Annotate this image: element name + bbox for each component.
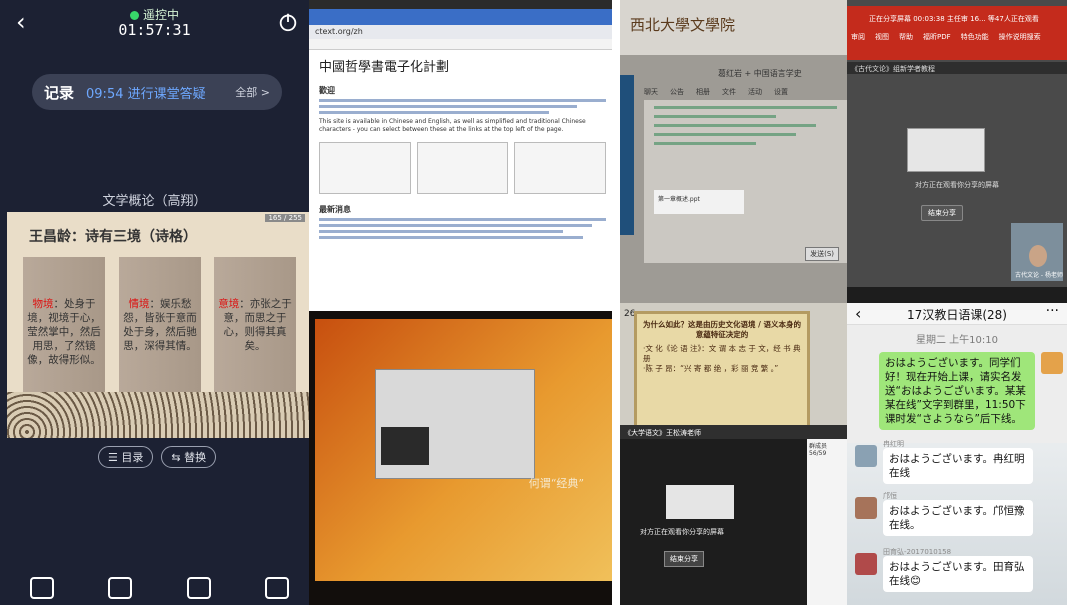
back-icon[interactable]: ‹ xyxy=(855,304,861,323)
taskbar xyxy=(847,287,1067,303)
camera-name: 古代文论 - 杨老师 xyxy=(1015,272,1063,279)
slide-bullet-1: ·文 化《论 语 注》：文 谓 本 志 于 文，经 书 典 册 xyxy=(643,344,801,363)
record-label: 记录 xyxy=(44,83,75,102)
remote-control-app: ‹ 遥控中 01:57:31 记录 09:54 进行课堂答疑 全部 > 文学概论… xyxy=(0,0,309,605)
avatar xyxy=(1029,245,1047,267)
tab-notice[interactable]: 公告 xyxy=(670,87,684,99)
course-title: 文学概论（高翔） xyxy=(102,194,207,209)
slide-card-2: 情境：娱乐愁怨，皆张于意而处于身，然后驰思，深得其情。 xyxy=(119,257,201,397)
ribbon-tab-pdf[interactable]: 福昕PDF xyxy=(923,32,951,42)
slide-heading: 为什么如此？这是由历史文化语境 / 语义本身的意蕴特征决定的 xyxy=(643,320,801,339)
record-value: 09:54 进行课堂答疑 xyxy=(86,86,206,102)
avatar[interactable] xyxy=(855,553,877,575)
file-message[interactable]: 第一章概述.ppt xyxy=(654,190,744,214)
chat-area xyxy=(644,100,847,263)
student-message: おはようございます。田育弘在线😊 xyxy=(883,556,1033,592)
chat-title: 葛红岩 + 中国语言学史 xyxy=(718,69,802,78)
meeting-window-title: 《古代文论》组新学者教程 xyxy=(847,62,1067,74)
teacher-message: おはようございます。同学们好！现在开始上课，请实名发送“おはようございます。某某… xyxy=(879,352,1035,430)
wechat-group: ‹ 17汉教日语课(28) ··· 星期二 上午10:10 おはようございます。… xyxy=(847,303,1067,605)
student-message: おはようございます。邝恒豫在线。 xyxy=(883,500,1033,536)
slide-card-3: 意境：亦张之于意，而思之于心，则得其真矣。 xyxy=(214,257,296,397)
avatar[interactable] xyxy=(855,497,877,519)
student-message: おはようございます。冉红明在线 xyxy=(883,448,1033,484)
slide-bullet-2: ·陈 子 昂：“兴 寄 都 绝 ，彩 丽 竞 繁 。” xyxy=(643,364,779,373)
tab-chat[interactable]: 聊天 xyxy=(644,87,658,99)
share-preview xyxy=(381,427,429,465)
share-status: 正在分享屏幕 00:03:38 主任审 16... 等47人正在观看 xyxy=(869,15,1039,23)
shared-screen-thumb xyxy=(907,128,985,172)
shared-screen-thumb xyxy=(666,485,734,519)
school-logo: 西北大學文學院 xyxy=(630,16,736,34)
record-bar[interactable]: 记录 09:54 进行课堂答疑 全部 > xyxy=(32,74,282,110)
window-header: 《大学语文》王松涛老师 xyxy=(620,425,847,439)
browser-and-desktop-photo: ctext.org/zh 中國哲學書電子化計劃 歡迎 This site is … xyxy=(309,0,612,605)
tab-album[interactable]: 相册 xyxy=(696,87,710,99)
slide-paper: 为什么如此？这是由历史文化语境 / 语义本身的意蕴特征决定的 ·文 化《论 语 … xyxy=(634,311,810,431)
ppt-ribbon: 正在分享屏幕 00:03:38 主任审 16... 等47人正在观看 审阅 视图… xyxy=(847,6,1067,60)
ribbon-tab-review[interactable]: 审阅 xyxy=(851,32,865,42)
share-caption: 对方正在观看你分享的屏幕 xyxy=(915,181,999,189)
site-title[interactable]: 中國哲學書電子化計劃 xyxy=(319,56,606,75)
send-button[interactable]: 发送(S) xyxy=(805,247,839,261)
avatar[interactable] xyxy=(1041,352,1063,374)
member-list[interactable]: 群成员 56/59 xyxy=(807,439,847,605)
session-timer: 01:57:31 xyxy=(118,21,191,39)
tab-activity[interactable]: 活动 xyxy=(748,87,762,99)
browser-window: ctext.org/zh 中國哲學書電子化計劃 歡迎 This site is … xyxy=(309,9,612,311)
section-news: 最新消息 xyxy=(319,205,351,214)
pen-icon[interactable] xyxy=(108,577,133,599)
timestamp: 星期二 上午10:10 xyxy=(916,335,998,346)
pointer-icon[interactable] xyxy=(30,577,54,599)
app-dock[interactable] xyxy=(620,75,634,235)
member-count: 群成员 56/59 xyxy=(809,443,828,457)
tab-settings[interactable]: 设置 xyxy=(774,87,788,99)
illustration-figure[interactable] xyxy=(416,142,509,194)
online-dot-icon xyxy=(129,11,139,20)
ribbon-tab-help[interactable]: 帮助 xyxy=(899,32,913,42)
power-icon[interactable] xyxy=(277,11,299,33)
laptop-chat-app: 西北大學文學院 葛红岩 + 中国语言学史 聊天 公告 相册 文件 活动 设置 第… xyxy=(620,0,847,303)
english-note: This site is available in Chinese and En… xyxy=(319,118,586,133)
address-bar[interactable]: ctext.org/zh xyxy=(309,25,612,39)
slide-preview: 165 / 255 王昌龄：诗有三境（诗格） 物境：处身于境，视境于心，莹然掌中… xyxy=(7,212,309,438)
group-title: 17汉教日语课(28) xyxy=(907,308,1007,322)
chat-header: ‹ 17汉教日语课(28) ··· xyxy=(847,303,1067,325)
desktop-screen: 何谓“经典” xyxy=(315,319,612,581)
monitor-photo: 何谓“经典” xyxy=(309,311,612,605)
student-icon[interactable] xyxy=(186,577,211,599)
ribbon-tab-view[interactable]: 视图 xyxy=(875,32,889,42)
browser-tabs[interactable] xyxy=(309,9,612,25)
slide-title: 王昌龄：诗有三境（诗格） xyxy=(29,229,197,245)
ribbon-tab-feature[interactable]: 特色功能 xyxy=(961,32,989,42)
more-icon[interactable] xyxy=(264,577,289,599)
slide-photo: 26 为什么如此？这是由历史文化语境 / 语义本身的意蕴特征决定的 ·文 化《论… xyxy=(620,303,847,605)
lace-decoration xyxy=(7,392,309,438)
diagram-figure[interactable] xyxy=(319,142,411,194)
ribbon-tab-search[interactable]: 操作说明搜索 xyxy=(999,32,1041,42)
slide-card-1: 物境：处身于境，视境于心，莹然掌中，然后用思，了然镜像，故得形似。 xyxy=(23,257,105,397)
stop-share-button[interactable]: 结束分享 xyxy=(664,551,704,567)
toc-button[interactable]: ☰ 目录 xyxy=(98,446,154,468)
tab-files[interactable]: 文件 xyxy=(722,87,736,99)
record-all-link[interactable]: 全部 > xyxy=(235,84,270,100)
more-icon[interactable]: ··· xyxy=(1046,303,1059,319)
text-figure[interactable] xyxy=(514,142,607,194)
share-caption: 对方正在观看你分享的屏幕 xyxy=(640,528,724,536)
slide-quote: 何谓“经典” xyxy=(528,477,584,490)
section-intro: 歡迎 xyxy=(319,86,335,95)
meeting-screenshot: 正在分享屏幕 00:03:38 主任审 16... 等47人正在观看 审阅 视图… xyxy=(847,0,1067,303)
avatar[interactable] xyxy=(855,445,877,467)
slide-page-counter: 165 / 255 xyxy=(265,214,305,222)
switch-button[interactable]: ⇆ 替换 xyxy=(161,446,217,468)
bookmarks-bar xyxy=(309,39,612,50)
end-share-button[interactable]: 结束分享 xyxy=(921,205,963,221)
